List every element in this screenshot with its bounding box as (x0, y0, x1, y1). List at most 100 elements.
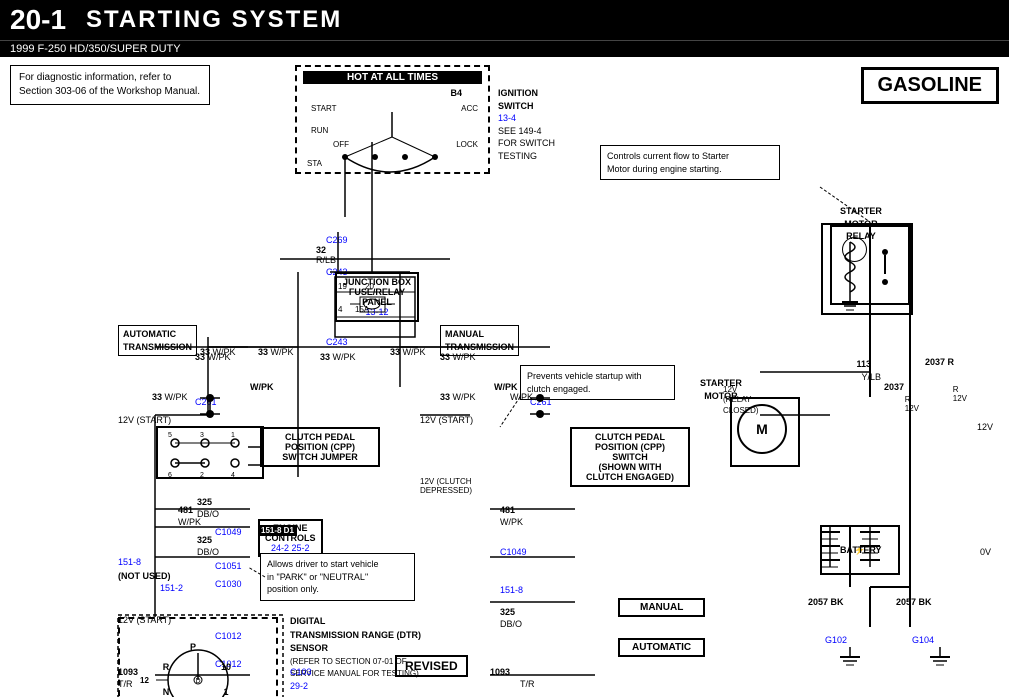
svg-text:12: 12 (140, 676, 149, 685)
svg-text:6: 6 (168, 472, 172, 479)
tr-2: T/R (520, 679, 535, 689)
2057-bk-2: 2057 BK (896, 597, 932, 607)
c1049-2: C1049 (500, 547, 527, 557)
33-wpk-auto: 33 W/PK (195, 352, 231, 362)
clutch-callout-box: Prevents vehicle startup with clutch eng… (520, 365, 675, 400)
info-text: For diagnostic information, refer to Sec… (19, 72, 200, 97)
cpp-switch-box: CLUTCH PEDAL POSITION (CPP) SWITCH (SHOW… (570, 427, 690, 487)
page-title: STARTING SYSTEM (86, 6, 342, 34)
ignition-switch-label: IGNITION SWITCH 13-4 SEE 149-4 FOR SWITC… (498, 87, 555, 163)
c1030-label: C1030 (215, 579, 242, 589)
svg-text:1: 1 (223, 687, 228, 697)
325-dbo-2: 325 (197, 535, 212, 545)
park-callout-text: Allows driver to start vehicle in "PARK"… (267, 559, 379, 594)
dtr-text: DIGITAL TRANSMISSION RANGE (DTR) SENSOR (290, 615, 421, 656)
cpp-switch-text: CLUTCH PEDAL POSITION (CPP) SWITCH (SHOW… (578, 432, 682, 482)
2037-r: 2037 R (925, 357, 954, 367)
battery-svg (810, 517, 910, 577)
svg-text:P: P (190, 642, 196, 652)
325-dbo-color3: DB/O (500, 619, 522, 629)
svg-text:5: 5 (168, 432, 172, 439)
ignition-ref1: 13-4 (498, 112, 555, 125)
2037-1: 2037 (884, 382, 904, 392)
wpk-junction: W/PK (250, 382, 274, 392)
ignition-switch-svg (300, 107, 485, 237)
clutch-callout-text: Prevents vehicle startup with clutch eng… (527, 371, 642, 394)
ignition-ref3: FOR SWITCH (498, 137, 555, 150)
2037-r2: R12V (953, 385, 967, 403)
325-dbo-3: 325 (500, 607, 515, 617)
hot-label: HOT AT ALL TIMES (303, 71, 482, 84)
subheader: 1999 F-250 HD/350/SUPER DUTY (0, 40, 1009, 57)
151-8-2: 151-8 (500, 585, 523, 595)
auto-trans-text: AUTOMATIC TRANSMISSION (123, 329, 192, 352)
33-wpk-manual: 33 W/PK (440, 352, 476, 362)
svg-text:2: 2 (200, 472, 204, 479)
dtr-sensor-label: DIGITAL TRANSMISSION RANGE (DTR) SENSOR … (290, 615, 421, 693)
manual-label: MANUAL (640, 602, 683, 613)
33-wpk-jb: 33 W/PK (320, 352, 356, 362)
starter-relay-svg (820, 222, 915, 317)
ignition-ref4: TESTING (498, 150, 555, 163)
g104-label: G104 (912, 635, 934, 645)
2057-bk-1: 2057 BK (808, 597, 844, 607)
12v-clutch: 12V (CLUTCH DEPRESSED) (420, 477, 472, 495)
33-wpk-row2-mid: 33 W/PK (440, 392, 476, 402)
engine-ref1: 24-2 (271, 543, 289, 553)
ignition-ref2: SEE 149-4 (498, 125, 555, 138)
dtr-ref: 29-2 (290, 681, 308, 691)
svg-text:10: 10 (221, 662, 231, 672)
cpp-jumper-box: CLUTCH PEDAL POSITION (CPP) SWITCH JUMPE… (260, 427, 380, 467)
151-2: 151-2 (160, 583, 183, 593)
engine-ref2: 25-2 (292, 543, 310, 553)
325-dbo-color1: DB/O (197, 509, 219, 519)
cpp-jumper-svg: 5 3 1 6 2 4 (155, 425, 265, 480)
c1049-1: C1049 (215, 527, 242, 537)
svg-text:R: R (163, 662, 170, 672)
325-dbo-color2: DB/O (197, 547, 219, 557)
park-callout-box: Allows driver to start vehicle in "PARK"… (260, 553, 415, 601)
starter-callout-text: Controls current flow to Starter Motor d… (607, 151, 729, 174)
automatic-transmission-label: AUTOMATIC TRANSMISSION (118, 325, 197, 356)
33-wpk-row2-right: W/PK (510, 392, 533, 402)
33-wpk-row2-left: 33 W/PK (152, 392, 188, 402)
c1051-label: C1051 (215, 561, 242, 571)
not-used: (NOT USED) (118, 571, 171, 581)
svg-text:3: 3 (200, 432, 204, 439)
diagram: GASOLINE For diagnostic information, ref… (0, 57, 1009, 697)
b4-label: B4 (450, 88, 462, 98)
dtr-svg: P 10 1 2 N R D 12 (128, 625, 268, 697)
481-2: 481 (500, 505, 515, 515)
ylb-113: 113 (856, 359, 871, 369)
12v-start-1: 12V (START) (118, 415, 171, 425)
info-box: For diagnostic information, refer to Sec… (10, 65, 210, 105)
engine-refs: 24-2 25-2 (265, 543, 316, 553)
cpp-jumper-text: CLUTCH PEDAL POSITION (CPP) SWITCH JUMPE… (268, 432, 372, 462)
151-8-1: 151-8 (118, 557, 141, 567)
revised-box: REVISED (395, 655, 468, 677)
ylb-color: Y/LB (861, 372, 881, 382)
engine-151-tag: 151-8 D1 (258, 525, 297, 536)
automatic-label: AUTOMATIC (632, 642, 691, 653)
g102-label: G102 (825, 635, 847, 645)
rlb-wire: 32 (316, 245, 326, 255)
12v-start-dtr: 12V (START) (118, 615, 171, 625)
header: 20-1 STARTING SYSTEM (0, 0, 1009, 40)
manual-bottom-box: MANUAL (618, 598, 705, 617)
0v-label: 0V (980, 547, 991, 557)
wpk-junction2: W/PK (494, 382, 518, 392)
junction-svg (330, 272, 420, 342)
12v-start-2: 12V (START) (420, 415, 473, 425)
svg-text:N: N (163, 687, 170, 697)
12v-right: 12V (977, 422, 993, 432)
481-1: 481 (178, 505, 193, 515)
12v-relay-closed: 12V(RELAYCLOSED) (723, 385, 759, 416)
ignition-switch-text: IGNITION SWITCH (498, 87, 555, 112)
starter-callout-box: Controls current flow to Starter Motor d… (600, 145, 780, 180)
svg-text:4: 4 (231, 472, 235, 479)
325-dbo-1: 325 (197, 497, 212, 507)
page-number: 20-1 (10, 4, 66, 36)
2037-r-label: R12V (905, 395, 919, 413)
gasoline-badge: GASOLINE (861, 67, 999, 104)
automatic-bottom-box: AUTOMATIC (618, 638, 705, 657)
